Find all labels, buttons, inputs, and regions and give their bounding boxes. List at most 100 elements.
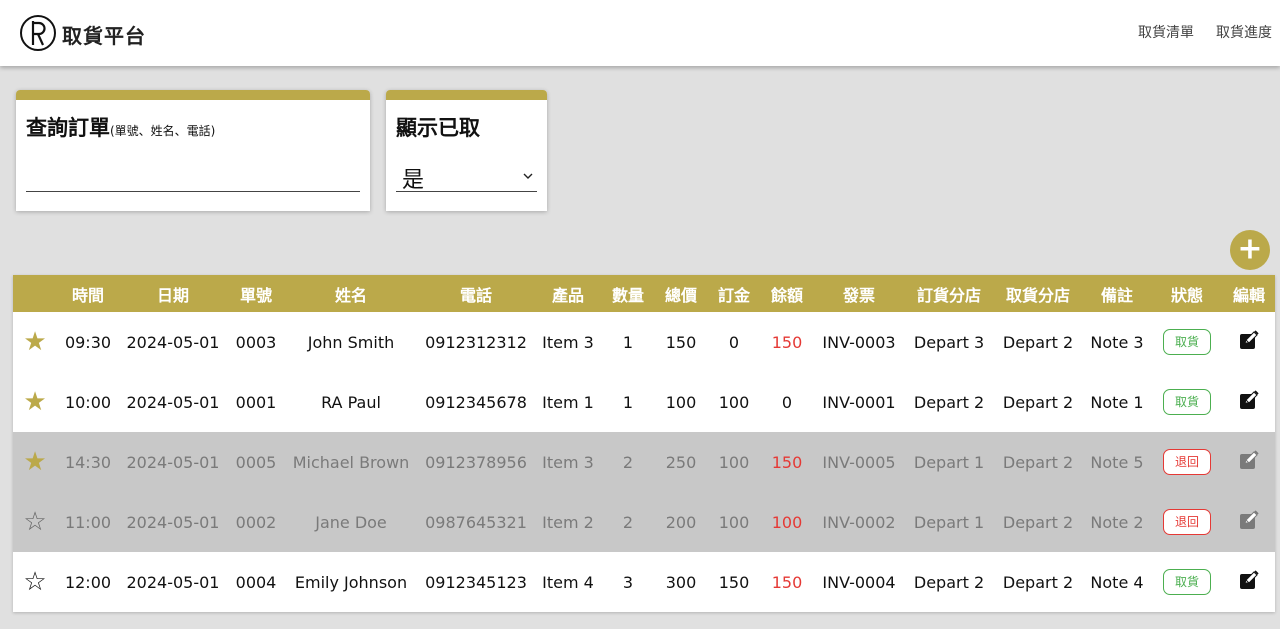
product-cell: Item 4 (542, 572, 594, 592)
total-cell: 100 (665, 392, 697, 412)
column-header: 取貨分店 (1005, 285, 1070, 305)
brand-logo-icon[interactable] (20, 15, 56, 51)
column-header: 餘額 (770, 285, 803, 305)
customer-name-cell: RA Paul (321, 392, 381, 412)
card-accent-bar (16, 90, 370, 100)
brand-title[interactable]: 取貨平台 (62, 20, 146, 49)
deposit-cell: 100 (718, 392, 750, 412)
order-branch-cell: Depart 2 (913, 392, 985, 412)
quantity-cell: 2 (622, 512, 634, 532)
product-cell: Item 3 (542, 452, 594, 472)
note-cell: Note 3 (1090, 332, 1144, 352)
star-cell: ★ (13, 372, 57, 432)
quantity-cell: 1 (622, 392, 634, 412)
table-row: ☆ 11:00 2024-05-01 0002 Jane Doe 0987645321 It… (13, 492, 1275, 552)
pickup-branch-cell: Depart 2 (1002, 452, 1074, 472)
column-header: 發票 (842, 285, 875, 305)
star-cell: ★ (13, 312, 57, 372)
deposit-cell: 100 (718, 512, 750, 532)
search-title: 查詢訂單(單號、姓名、電話) (26, 112, 215, 142)
table-row: ★ 10:00 2024-05-01 0001 RA Paul 0912345678 Ite… (13, 372, 1275, 432)
card-accent-bar (386, 90, 547, 100)
order-number-cell: 0004 (235, 572, 277, 592)
filter-card: 顯示已取 是 (386, 90, 547, 211)
column-header: 日期 (156, 285, 189, 305)
star-filled-icon[interactable]: ★ (23, 447, 46, 477)
date-cell: 2024-05-01 (126, 452, 220, 472)
edit-icon[interactable] (1239, 510, 1259, 534)
chevron-down-icon (523, 170, 533, 183)
quantity-cell: 1 (622, 332, 634, 352)
order-number-cell: 0003 (235, 332, 277, 352)
quantity-cell: 3 (622, 572, 634, 592)
order-number-cell: 0002 (235, 512, 277, 532)
pickup-branch-cell: Depart 2 (1002, 512, 1074, 532)
order-branch-cell: Depart 1 (913, 512, 985, 532)
plus-icon: + (1237, 231, 1263, 267)
invoice-cell: INV-0003 (822, 332, 896, 352)
column-header: 數量 (611, 285, 644, 305)
column-header: 單號 (239, 285, 272, 305)
total-cell: 200 (665, 512, 697, 532)
return-button[interactable]: 退回 (1163, 509, 1211, 535)
star-outline-icon[interactable]: ☆ (23, 567, 46, 597)
pickup-button[interactable]: 取貨 (1163, 389, 1211, 415)
status-cell: 取貨 (1151, 372, 1223, 432)
star-outline-icon[interactable]: ☆ (23, 507, 46, 537)
phone-cell: 0912345678 (425, 392, 527, 412)
date-cell: 2024-05-01 (126, 392, 220, 412)
edit-icon[interactable] (1239, 390, 1259, 414)
product-cell: Item 1 (542, 392, 594, 412)
edit-cell (1223, 372, 1275, 432)
balance-cell: 0 (781, 392, 793, 412)
customer-name-cell: Emily Johnson (294, 572, 408, 592)
column-header: 訂金 (717, 285, 750, 305)
quantity-cell: 2 (622, 452, 634, 472)
time-cell: 10:00 (64, 392, 112, 412)
nav-pickup-progress[interactable]: 取貨進度 (1216, 22, 1272, 42)
invoice-cell: INV-0005 (822, 452, 896, 472)
edit-cell (1223, 432, 1275, 492)
product-cell: Item 2 (542, 512, 594, 532)
note-cell: Note 4 (1090, 572, 1144, 592)
order-number-cell: 0005 (235, 452, 277, 472)
star-filled-icon[interactable]: ★ (23, 387, 46, 417)
pickup-branch-cell: Depart 2 (1002, 332, 1074, 352)
balance-cell: 150 (771, 332, 803, 352)
edit-icon[interactable] (1239, 570, 1259, 594)
column-header: 總價 (664, 285, 697, 305)
date-cell: 2024-05-01 (126, 512, 220, 532)
edit-cell (1223, 312, 1275, 372)
time-cell: 12:00 (64, 572, 112, 592)
search-hint: (單號、姓名、電話) (110, 124, 216, 138)
edit-icon[interactable] (1239, 450, 1259, 474)
phone-cell: 0987645321 (425, 512, 527, 532)
phone-cell: 0912312312 (425, 332, 527, 352)
star-filled-icon[interactable]: ★ (23, 327, 46, 357)
deposit-cell: 150 (718, 572, 750, 592)
return-button[interactable]: 退回 (1163, 449, 1211, 475)
column-header: 電話 (459, 285, 492, 305)
pickup-button[interactable]: 取貨 (1163, 569, 1211, 595)
table-row: ★ 09:30 2024-05-01 0003 John Smith 0912312312… (13, 312, 1275, 372)
star-cell: ☆ (13, 492, 57, 552)
note-cell: Note 2 (1090, 512, 1144, 532)
edit-cell (1223, 552, 1275, 612)
edit-icon[interactable] (1239, 330, 1259, 354)
show-picked-select[interactable]: 是 (396, 160, 537, 193)
total-cell: 300 (665, 572, 697, 592)
search-input[interactable] (26, 160, 360, 190)
status-cell: 退回 (1151, 432, 1223, 492)
table-body: ★ 09:30 2024-05-01 0003 John Smith 0912312312… (13, 312, 1275, 612)
order-branch-cell: Depart 3 (913, 332, 985, 352)
customer-name-cell: Michael Brown (292, 452, 410, 472)
pickup-button[interactable]: 取貨 (1163, 329, 1211, 355)
invoice-cell: INV-0004 (822, 572, 896, 592)
column-header: 產品 (551, 285, 584, 305)
search-underline (26, 191, 360, 192)
nav-pickup-list[interactable]: 取貨清單 (1138, 22, 1194, 42)
invoice-cell: INV-0002 (822, 512, 896, 532)
date-cell: 2024-05-01 (126, 572, 220, 592)
add-order-button[interactable]: + (1230, 230, 1270, 270)
invoice-cell: INV-0001 (822, 392, 896, 412)
